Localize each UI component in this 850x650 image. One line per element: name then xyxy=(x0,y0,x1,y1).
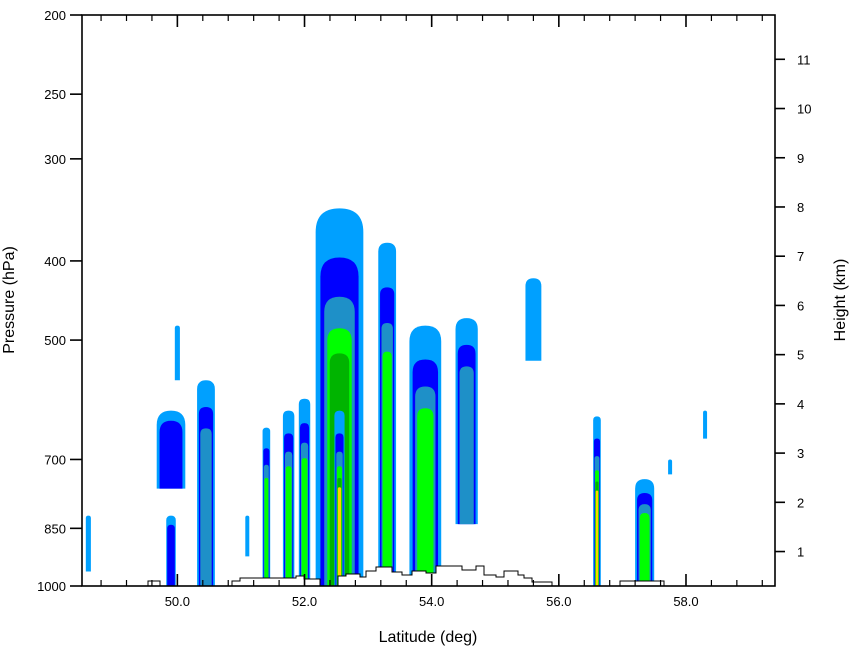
contour-level-0 xyxy=(525,278,542,361)
contour-level-2 xyxy=(200,428,212,586)
contour-level-0 xyxy=(85,515,91,572)
convective-cell xyxy=(262,427,271,586)
x-tick-label: 52.0 xyxy=(292,594,317,609)
convective-cell xyxy=(298,398,311,586)
contour-level-0 xyxy=(174,325,180,381)
height-tick-label: 8 xyxy=(797,200,804,215)
convective-cell xyxy=(635,479,655,586)
contour-level-3 xyxy=(639,513,650,586)
contour-level-3 xyxy=(285,466,292,586)
convective-cell xyxy=(174,325,180,381)
contour-level-1 xyxy=(159,420,183,489)
contour-level-3 xyxy=(382,351,392,586)
contour-level-3 xyxy=(264,477,269,586)
pressure-tick-label: 850 xyxy=(44,521,66,536)
convective-cell xyxy=(703,410,708,439)
height-axis: 1 2 3 4 5 6 7 8 9 10 11 xyxy=(775,52,811,560)
convective-cell xyxy=(378,242,397,586)
pressure-tick-label: 500 xyxy=(44,333,66,348)
height-tick-label: 4 xyxy=(797,397,804,412)
convective-cell xyxy=(245,515,250,557)
convective-cell xyxy=(455,318,478,525)
convective-cell xyxy=(525,278,542,361)
convective-cell xyxy=(409,325,442,586)
height-tick-label: 11 xyxy=(797,52,811,67)
convective-cell xyxy=(282,410,295,586)
pressure-tick-label: 300 xyxy=(44,152,66,167)
height-tick-label: 5 xyxy=(797,348,804,363)
pressure-tick-label: 400 xyxy=(44,254,66,269)
contour-level-0 xyxy=(703,410,708,439)
right-y-axis-title: Height (km) xyxy=(832,259,849,342)
convective-cell xyxy=(593,416,601,586)
height-tick-label: 10 xyxy=(797,102,811,117)
convective-cell xyxy=(156,410,186,489)
contour-level-0 xyxy=(668,459,673,475)
contour-level-1 xyxy=(167,524,175,586)
convective-cell xyxy=(85,515,91,572)
height-tick-label: 6 xyxy=(797,298,804,313)
contour-level-5 xyxy=(337,487,342,586)
pressure-tick-label: 1000 xyxy=(37,579,66,594)
pressure-tick-label: 200 xyxy=(44,8,66,23)
pressure-tick-label: 250 xyxy=(44,87,66,102)
contour-level-5 xyxy=(595,490,599,586)
convective-cell xyxy=(334,410,345,586)
contour-level-3 xyxy=(301,458,308,586)
pressure-axis: 1000 850 700 500 400 300 250 200 xyxy=(37,8,82,594)
convective-cell xyxy=(197,380,215,586)
height-tick-label: 9 xyxy=(797,151,804,166)
x-tick-label: 50.0 xyxy=(165,594,190,609)
pressure-tick-label: 700 xyxy=(44,452,66,467)
height-tick-label: 3 xyxy=(797,446,804,461)
x-tick-label: 58.0 xyxy=(673,594,698,609)
contour-fill-layer xyxy=(85,208,708,586)
contour-chart: 50.0 52.0 54.0 56.0 58.0 1000 850 700 500 400 300… xyxy=(1,8,849,646)
contour-level-3 xyxy=(417,408,434,586)
convective-cell xyxy=(166,515,176,586)
x-tick-label: 54.0 xyxy=(419,594,444,609)
convective-cell xyxy=(668,459,673,475)
contour-level-2 xyxy=(459,366,474,525)
x-axis-title: Latitude (deg) xyxy=(379,629,478,646)
x-tick-label: 56.0 xyxy=(546,594,571,609)
left-y-axis-title: Pressure (hPa) xyxy=(1,246,18,354)
contour-level-0 xyxy=(245,515,250,557)
height-tick-label: 2 xyxy=(797,495,804,510)
height-tick-label: 1 xyxy=(797,545,804,560)
height-tick-label: 7 xyxy=(797,249,804,264)
